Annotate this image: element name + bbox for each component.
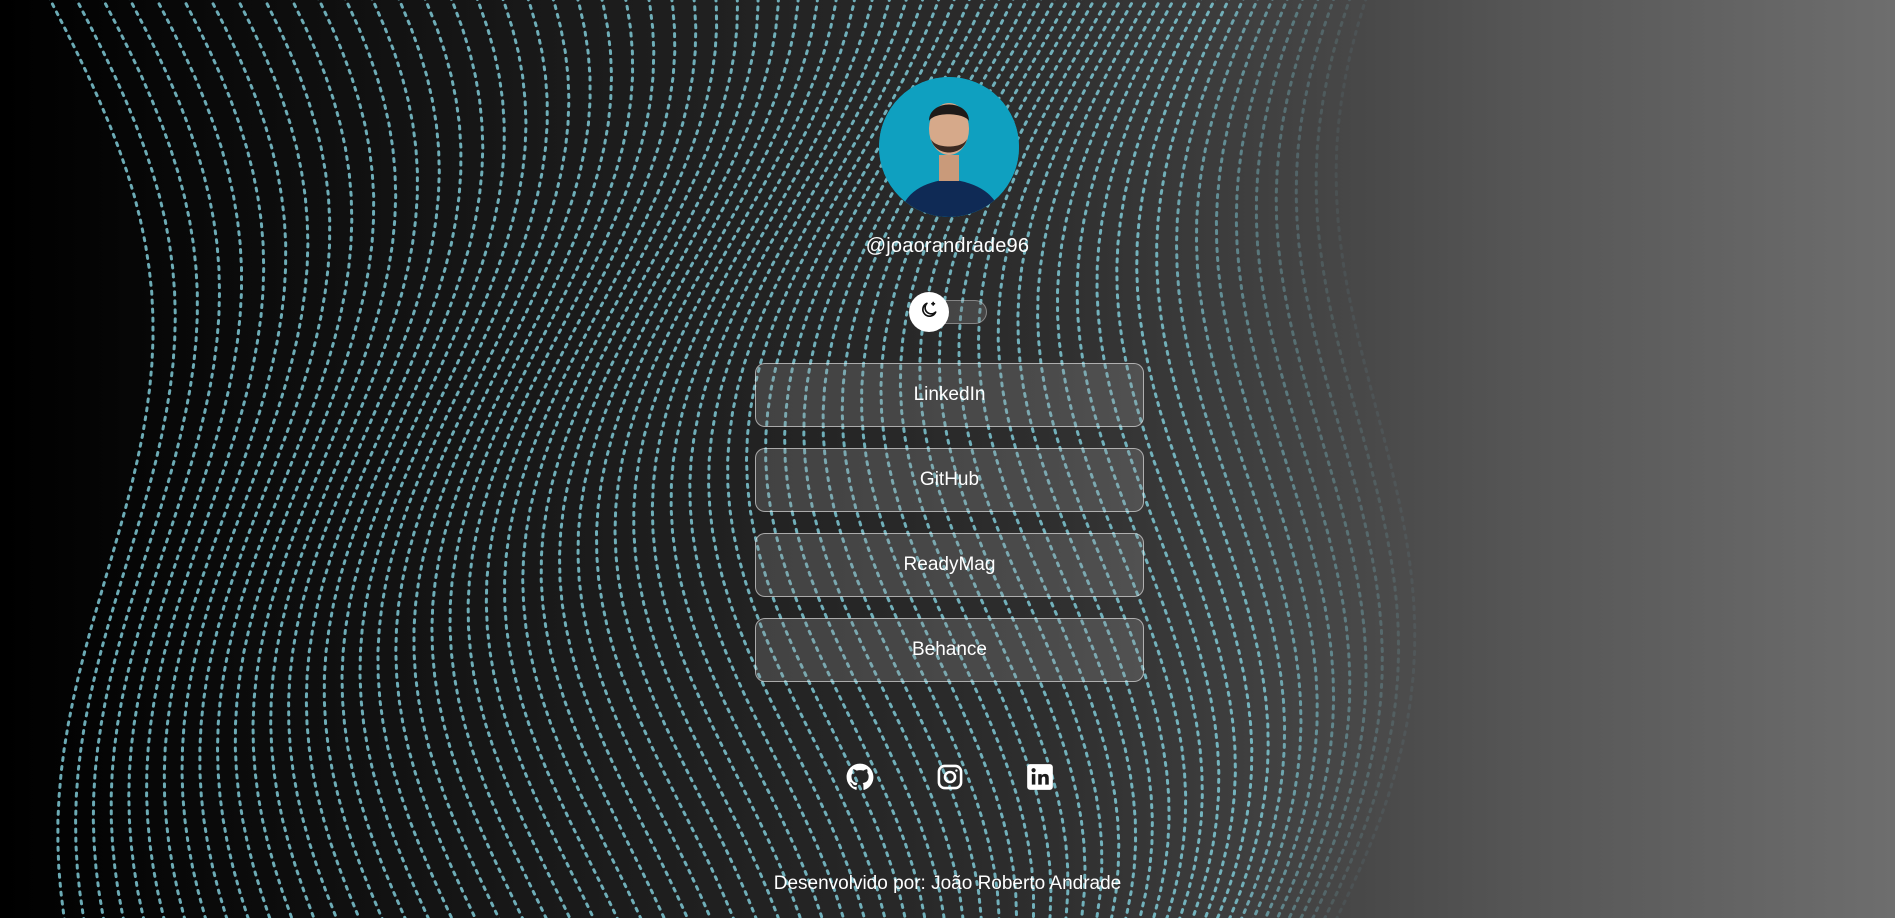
- social-icons: [0, 762, 1895, 794]
- toggle-knob[interactable]: [909, 292, 949, 332]
- link-button-behance[interactable]: Behance: [755, 618, 1144, 682]
- theme-toggle[interactable]: [909, 292, 989, 332]
- moon-icon: [919, 300, 939, 325]
- github-icon[interactable]: [845, 762, 875, 792]
- link-button-readymag[interactable]: ReadyMag: [755, 533, 1144, 597]
- profile-page: @joaorandrade96 LinkedIn GitHub ReadyMag…: [0, 0, 1895, 918]
- link-button-linkedin[interactable]: LinkedIn: [755, 363, 1144, 427]
- profile-photo: [879, 77, 1019, 217]
- link-button-github[interactable]: GitHub: [755, 448, 1144, 512]
- linkedin-icon[interactable]: [1025, 762, 1055, 792]
- footer-credit: Desenvolvido por: João Roberto Andrade: [773, 873, 1122, 894]
- instagram-icon[interactable]: [935, 762, 965, 792]
- avatar: [879, 77, 1019, 217]
- username: @joaorandrade96: [865, 235, 1030, 257]
